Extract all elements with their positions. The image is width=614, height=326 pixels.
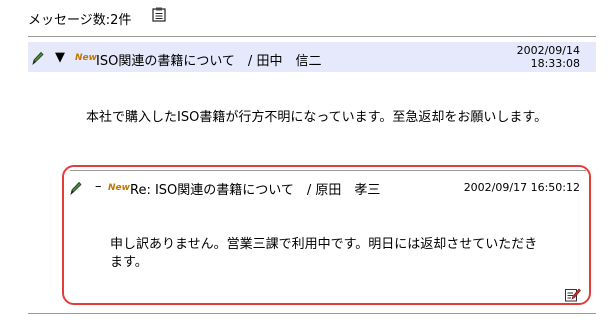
new-badge: New (75, 53, 97, 63)
reply-divider (70, 170, 586, 171)
divider (28, 313, 596, 314)
expand-triangle-icon[interactable]: ▼ (55, 51, 65, 64)
thread-time: 18:33:08 (530, 57, 580, 70)
reply-indent-marker: – (95, 179, 102, 194)
thread-title-link[interactable]: ISO関連の書籍について / 田中 信二 (96, 50, 321, 69)
clipboard-icon[interactable] (152, 7, 166, 22)
edit-icon[interactable] (565, 287, 581, 302)
message-count: メッセージ数:2件 (28, 13, 132, 28)
reply-body: 申し訳ありません。営業三課で利用中です。明日には返却させていただきます。 (110, 237, 538, 270)
reply-title-link[interactable]: Re: ISO関連の書籍について / 原田 孝三 (130, 179, 380, 198)
thread-date: 2002/09/14 (516, 44, 580, 57)
thread-timestamp: 2002/09/14 18:33:08 (500, 44, 580, 70)
thread-body: 本社で購入したISO書籍が行方不明になっています。至急返却をお願いします。 (86, 110, 548, 125)
divider (28, 36, 596, 37)
pencil-icon[interactable] (32, 51, 44, 65)
pencil-icon[interactable] (70, 181, 82, 195)
reply-timestamp: 2002/09/17 16:50:12 (463, 181, 580, 194)
new-badge: New (108, 183, 130, 193)
